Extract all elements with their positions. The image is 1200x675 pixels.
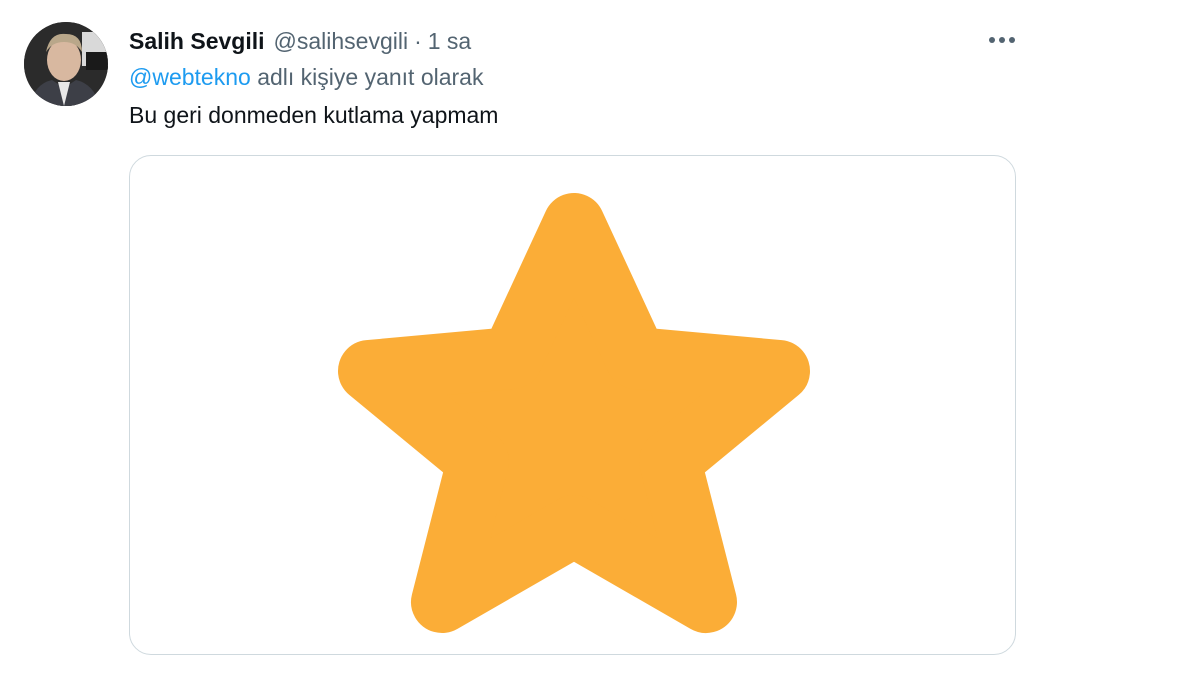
reply-mention-link[interactable]: @webtekno <box>129 64 251 90</box>
tweet[interactable]: Salih Sevgili @salihsevgili · 1 sa @webt… <box>0 0 1200 675</box>
tweet-header: Salih Sevgili @salihsevgili · 1 sa <box>129 26 471 56</box>
timestamp[interactable]: 1 sa <box>428 28 471 55</box>
user-photo-icon <box>24 22 108 106</box>
author-handle[interactable]: @salihsevgili <box>274 28 409 55</box>
more-horizontal-icon <box>989 37 1015 43</box>
author-display-name[interactable]: Salih Sevgili <box>129 28 265 55</box>
reply-context: @webtekno adlı kişiye yanıt olarak <box>129 64 483 91</box>
more-options-button[interactable] <box>985 28 1019 52</box>
tweet-text: Bu geri donmeden kutlama yapmam <box>129 102 499 128</box>
reply-context-label: adlı kişiye yanıt olarak <box>250 64 484 90</box>
separator-dot: · <box>414 27 422 54</box>
tweet-media[interactable] <box>129 155 1016 655</box>
star-icon <box>338 193 810 633</box>
avatar[interactable] <box>24 22 108 106</box>
